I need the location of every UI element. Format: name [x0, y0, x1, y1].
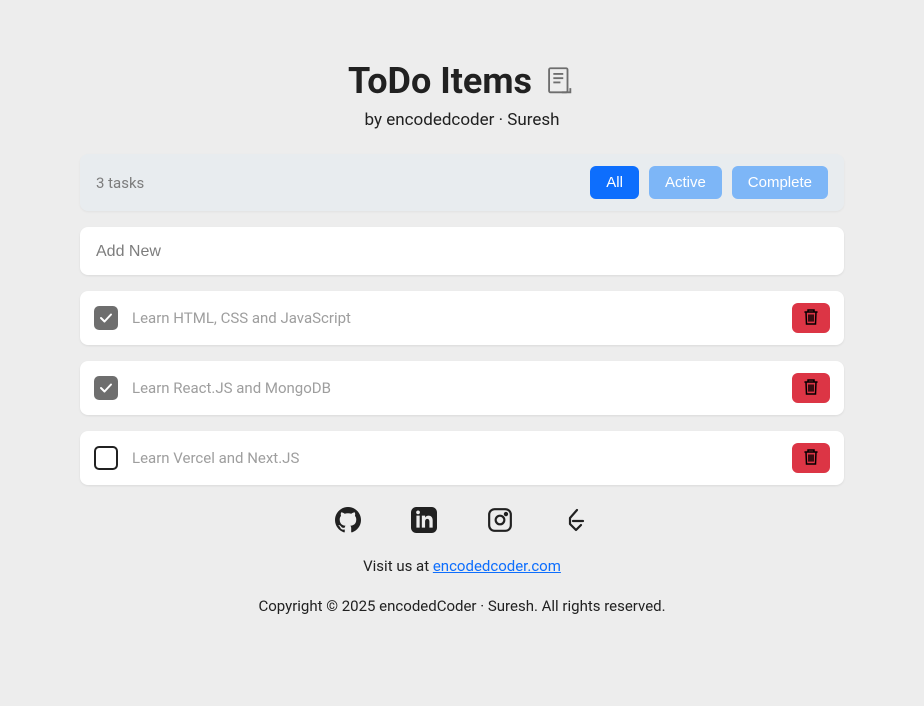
add-new-input[interactable] [96, 243, 828, 261]
trash-icon [803, 378, 819, 399]
instagram-icon [487, 507, 513, 537]
task-text: Learn React.JS and MongoDB [132, 379, 778, 397]
task-text: Learn Vercel and Next.JS [132, 449, 778, 467]
filter-complete-button[interactable]: Complete [732, 166, 828, 199]
delete-button[interactable] [792, 303, 830, 333]
visit-text: Visit us at encodedcoder.com [80, 557, 844, 575]
visit-prefix: Visit us at [363, 557, 433, 575]
task-text: Learn HTML, CSS and JavaScript [132, 309, 778, 327]
trash-icon [803, 308, 819, 329]
copyright: Copyright © 2025 encodedCoder · Suresh. … [80, 597, 844, 615]
task-count: 3 tasks [96, 174, 144, 192]
filter-all-button[interactable]: All [590, 166, 639, 199]
trash-icon [803, 448, 819, 469]
footer: Visit us at encodedcoder.com Copyright ©… [80, 509, 844, 615]
task-row: Learn HTML, CSS and JavaScript [80, 291, 844, 345]
visit-link[interactable]: encodedcoder.com [433, 557, 561, 575]
filter-active-button[interactable]: Active [649, 166, 722, 199]
subtitle: by encodedcoder · Suresh [80, 110, 844, 130]
leetcode-link[interactable] [563, 509, 589, 535]
filter-buttons: All Active Complete [590, 166, 828, 199]
delete-button[interactable] [792, 373, 830, 403]
instagram-link[interactable] [487, 509, 513, 535]
github-link[interactable] [335, 509, 361, 535]
task-checkbox[interactable] [94, 306, 118, 330]
header: ToDo Items by encodedcoder · Suresh [80, 60, 844, 130]
task-row: Learn Vercel and Next.JS [80, 431, 844, 485]
task-checkbox[interactable] [94, 376, 118, 400]
linkedin-icon [411, 507, 437, 537]
add-new-container [80, 227, 844, 275]
task-checkbox[interactable] [94, 446, 118, 470]
receipt-icon [542, 64, 576, 98]
delete-button[interactable] [792, 443, 830, 473]
task-row: Learn React.JS and MongoDB [80, 361, 844, 415]
filter-bar: 3 tasks All Active Complete [80, 154, 844, 211]
page-title: ToDo Items [348, 60, 532, 102]
github-icon [335, 507, 361, 537]
leetcode-icon [564, 508, 588, 536]
linkedin-link[interactable] [411, 509, 437, 535]
